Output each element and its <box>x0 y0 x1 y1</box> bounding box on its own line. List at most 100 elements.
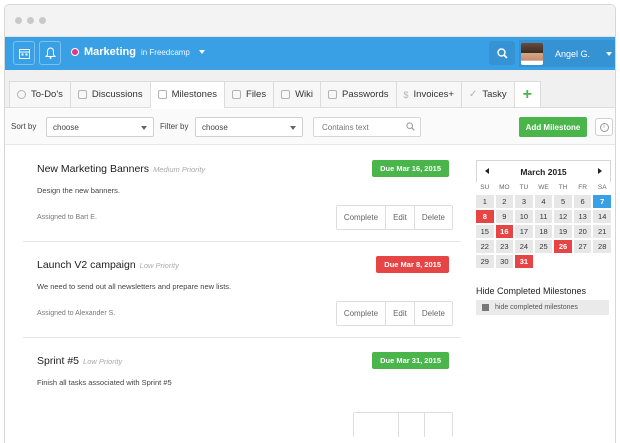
filter-select[interactable]: choose <box>195 117 303 137</box>
chat-icon <box>77 90 87 99</box>
bell-icon <box>44 47 56 59</box>
add-milestone-button[interactable]: Add Milestone <box>519 117 587 137</box>
calendar-day[interactable]: 28 <box>593 240 611 253</box>
complete-button[interactable] <box>354 413 399 437</box>
milestone-priority: Low Priority <box>83 357 123 366</box>
weekday-label: WE <box>538 184 549 191</box>
calendar-day[interactable]: 21 <box>593 225 611 238</box>
edit-button[interactable]: Edit <box>386 302 415 325</box>
tab-milestones[interactable]: Milestones <box>149 81 225 108</box>
milestone-card: Launch V2 campaign Low Priority Due Mar 8… <box>23 242 461 338</box>
project-name: Marketing <box>84 46 136 58</box>
calendar-day[interactable]: 23 <box>495 240 514 253</box>
calendar-day[interactable]: 16 <box>495 225 514 238</box>
delete-button[interactable]: Delete <box>414 206 452 229</box>
weekday-label: TU <box>519 184 529 191</box>
tab-discussions[interactable]: Discussions <box>69 81 150 108</box>
complete-button[interactable]: Complete <box>336 302 387 325</box>
tab-invoices[interactable]: $ Invoices+ <box>395 81 461 108</box>
chevron-down-icon <box>606 51 613 56</box>
window-dot[interactable] <box>15 17 22 24</box>
calendar-day[interactable]: 3 <box>515 195 533 208</box>
milestone-title-row: New Marketing Banners Medium Priority <box>37 163 205 175</box>
calendar-day[interactable]: 11 <box>534 210 553 223</box>
edit-button[interactable] <box>398 413 426 437</box>
tab-label: Discussions <box>91 89 143 100</box>
tab-label: Milestones <box>171 89 218 100</box>
sort-value: choose <box>53 123 79 132</box>
calendar-day[interactable]: 25 <box>534 240 553 253</box>
milestone-description: Finish all tasks associated with Sprint … <box>37 378 172 387</box>
calendar-day[interactable]: 10 <box>515 210 533 223</box>
edit-button[interactable]: Edit <box>386 206 415 229</box>
calendar-day[interactable]: 18 <box>534 225 553 238</box>
window-dot[interactable] <box>27 17 34 24</box>
calendar-day[interactable]: 26 <box>554 240 572 253</box>
calendar-day[interactable]: 6 <box>573 195 592 208</box>
calendar-day[interactable]: 24 <box>515 240 533 253</box>
calendar-month: March 2015 <box>520 166 567 177</box>
calendar-day[interactable]: 29 <box>476 255 494 268</box>
calendar-day[interactable]: 4 <box>534 195 553 208</box>
tab-label: Passwords <box>342 89 389 100</box>
user-menu[interactable]: Angel G. <box>519 40 615 67</box>
milestone-title[interactable]: New Marketing Banners <box>37 163 149 175</box>
weekday-label: MO <box>499 184 510 191</box>
search-icon <box>496 47 508 59</box>
calendar-day[interactable]: 1 <box>476 195 494 208</box>
tab-wiki[interactable]: Wiki <box>273 81 321 108</box>
calendar-day[interactable]: 31 <box>515 255 533 268</box>
calendar-day[interactable]: 7 <box>593 195 611 208</box>
add-app-button[interactable]: + <box>513 81 541 108</box>
search-input[interactable] <box>313 117 421 137</box>
tab-label: Files <box>246 89 267 100</box>
calendar-day[interactable]: 27 <box>573 240 592 253</box>
calendar-button[interactable] <box>13 41 35 65</box>
milestone-icon <box>157 90 167 99</box>
delete-button[interactable]: Delete <box>414 302 452 325</box>
calendar-day[interactable]: 14 <box>593 210 611 223</box>
calendar-day[interactable]: 22 <box>476 240 494 253</box>
calendar-day[interactable]: 2 <box>495 195 514 208</box>
tab-tasky[interactable]: ✓ Tasky <box>460 81 514 108</box>
calendar-day[interactable]: 12 <box>554 210 572 223</box>
sort-select[interactable]: choose <box>46 117 154 137</box>
filter-label: Filter by <box>160 122 189 131</box>
window-dot[interactable] <box>39 17 46 24</box>
tab-todos[interactable]: To-Do's <box>9 81 70 108</box>
tab-files[interactable]: Files <box>224 81 274 108</box>
milestone-priority: Medium Priority <box>153 165 206 174</box>
tab-passwords[interactable]: Passwords <box>320 81 396 108</box>
milestone-title[interactable]: Launch V2 campaign <box>37 259 136 271</box>
calendar-day[interactable]: 8 <box>476 210 494 223</box>
milestone-card: Sprint #5 Low Priority Due Mar 31, 2015 F… <box>23 338 461 437</box>
project-color-dot <box>71 48 79 56</box>
delete-button[interactable] <box>425 413 452 437</box>
book-icon <box>281 90 291 99</box>
chevron-left-icon[interactable] <box>485 168 489 174</box>
calendar-day[interactable]: 13 <box>573 210 592 223</box>
milestone-description: Design the new banners. <box>37 186 120 195</box>
calendar-day[interactable]: 17 <box>515 225 533 238</box>
search-button[interactable] <box>489 41 515 65</box>
complete-button[interactable]: Complete <box>336 206 387 229</box>
weekday-label: FR <box>578 184 587 191</box>
chevron-right-icon[interactable] <box>598 168 602 174</box>
milestone-actions: Complete Edit Delete <box>335 205 453 230</box>
calendar-day[interactable]: 9 <box>495 210 514 223</box>
project-switcher[interactable]: Marketing in Freedcamp <box>71 46 205 58</box>
help-button[interactable]: i <box>595 118 613 136</box>
weekday-label: SU <box>480 184 490 191</box>
chevron-down-icon <box>141 126 147 130</box>
notifications-button[interactable] <box>39 41 61 65</box>
calendar-day[interactable]: 30 <box>495 255 514 268</box>
calendar-day[interactable]: 19 <box>554 225 572 238</box>
milestone-title[interactable]: Sprint #5 <box>37 355 79 367</box>
calendar-day[interactable]: 5 <box>554 195 572 208</box>
calendar-day[interactable]: 20 <box>573 225 592 238</box>
hide-completed-toggle[interactable]: hide completed milestones <box>476 300 609 315</box>
calendar-day[interactable]: 15 <box>476 225 494 238</box>
milestone-title-row: Sprint #5 Low Priority <box>37 355 122 367</box>
browser-chrome <box>5 5 615 37</box>
check-circle-icon <box>17 90 26 99</box>
